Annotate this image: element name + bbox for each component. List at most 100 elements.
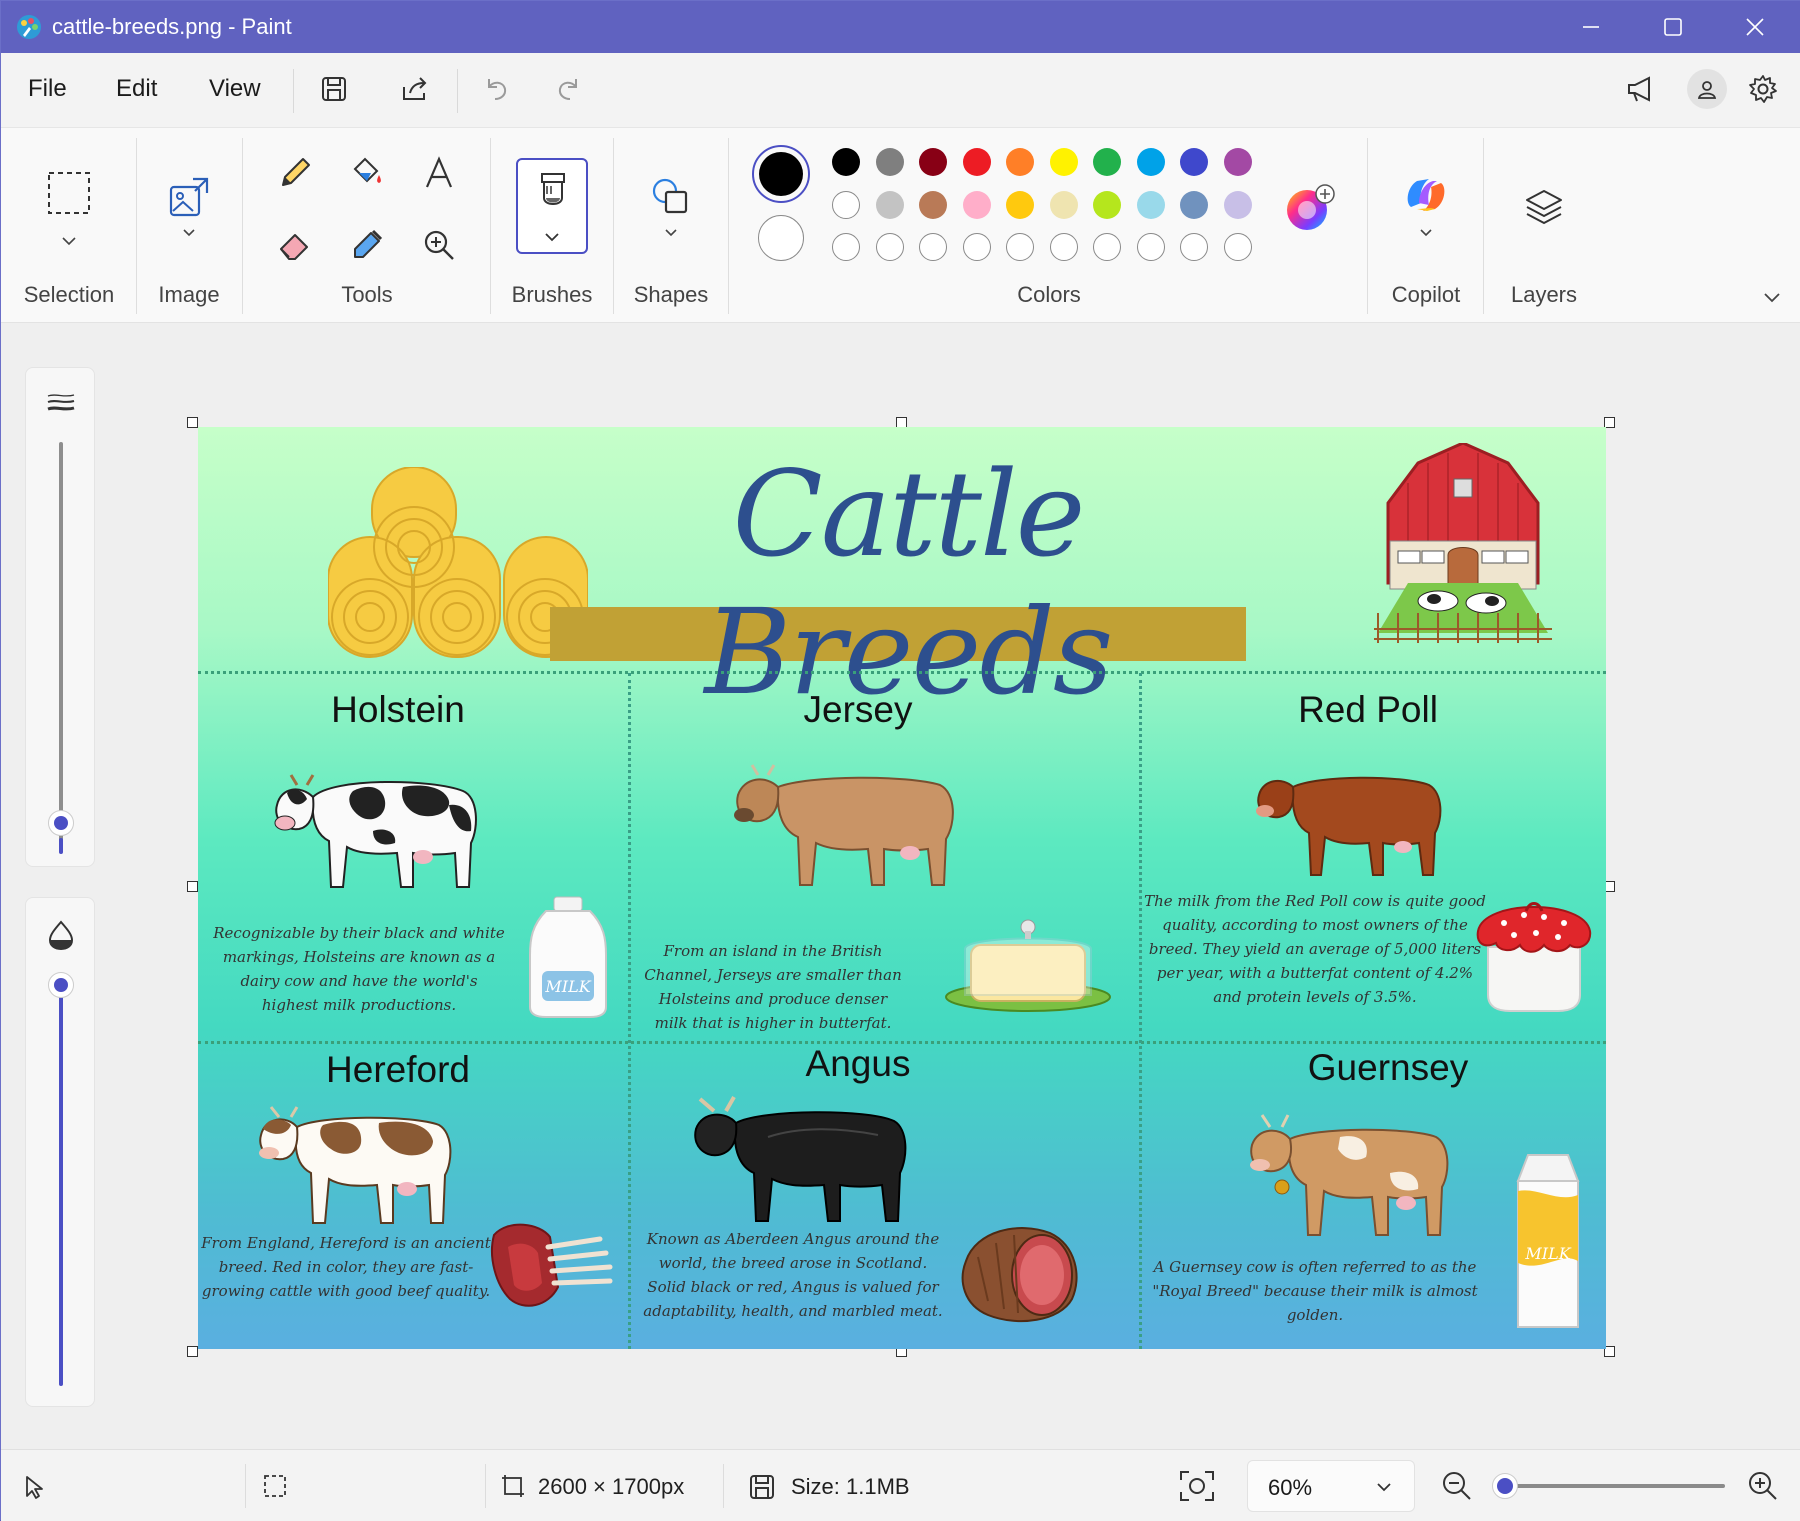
copilot-chevron-icon[interactable] (1419, 228, 1433, 238)
resize-handle-top-left[interactable] (187, 417, 198, 428)
undo-button[interactable] (479, 71, 515, 107)
file-size: Size: 1.1MB (791, 1474, 910, 1499)
copilot-button[interactable] (1401, 170, 1451, 220)
custom-color-slot[interactable] (1093, 233, 1121, 261)
color-swatch[interactable] (1136, 148, 1165, 176)
redo-button[interactable] (550, 71, 586, 107)
eraser-tool[interactable] (270, 220, 320, 270)
account-button[interactable] (1687, 69, 1727, 109)
custom-color-slot[interactable] (1223, 233, 1252, 261)
pencil-icon (282, 158, 310, 186)
color-picker-tool[interactable] (342, 220, 392, 270)
maximize-button[interactable] (1633, 1, 1713, 53)
ribbon-divider (242, 138, 243, 314)
custom-color-slot[interactable] (1049, 233, 1078, 261)
fill-tool[interactable] (342, 148, 392, 198)
yogurt-jar-illustration (1476, 902, 1592, 1012)
zoom-in-button[interactable] (1747, 1470, 1779, 1502)
minimize-icon (1583, 26, 1599, 28)
fit-to-window-button[interactable] (1177, 1468, 1217, 1504)
color-swatch[interactable] (1093, 191, 1121, 219)
zoom-level-dropdown[interactable]: 60% (1247, 1460, 1415, 1512)
shapes-button[interactable] (646, 172, 696, 222)
color-swatch[interactable] (1006, 191, 1034, 219)
color-swatch[interactable] (919, 191, 947, 219)
color-swatch[interactable] (962, 148, 991, 176)
color-swatch[interactable] (875, 148, 904, 176)
custom-color-slot[interactable] (919, 233, 947, 261)
group-label-selection: Selection (23, 282, 115, 307)
selection-tool[interactable] (44, 168, 94, 218)
color-swatch[interactable] (1049, 148, 1078, 176)
angus-cow-illustration (694, 1096, 907, 1222)
magnifier-tool[interactable] (414, 220, 464, 270)
settings-button[interactable] (1745, 71, 1781, 107)
drawing-canvas[interactable]: Cattle Breeds Holstein Recognizable by t… (198, 427, 1606, 1349)
resize-handle-bottom-left[interactable] (187, 1346, 198, 1357)
brush-size-thumb[interactable] (48, 810, 74, 836)
color-swatch[interactable] (832, 191, 860, 219)
text-tool[interactable] (414, 148, 464, 198)
share-icon (403, 77, 427, 100)
ribbon-divider (613, 138, 614, 314)
image-dropdown-chevron-icon[interactable] (182, 228, 196, 238)
color-swatch[interactable] (1093, 148, 1121, 176)
color-swatch[interactable] (919, 148, 947, 176)
text-icon (425, 156, 453, 188)
minimize-button[interactable] (1551, 1, 1631, 53)
layers-button[interactable] (1519, 182, 1569, 232)
breed-title-jersey: Jersey (803, 689, 913, 730)
zoom-out-icon (1443, 1472, 1471, 1500)
brushes-button[interactable] (516, 158, 588, 254)
color-swatch[interactable] (1006, 148, 1034, 176)
color-swatch[interactable] (875, 191, 904, 219)
color-swatch[interactable] (1136, 191, 1165, 219)
menu-edit[interactable]: Edit (116, 75, 157, 103)
edit-colors-button[interactable] (1285, 184, 1335, 230)
group-label-colors: Colors (1017, 282, 1081, 307)
close-button[interactable] (1715, 1, 1795, 53)
custom-color-slot[interactable] (875, 233, 904, 261)
menu-view[interactable]: View (209, 75, 261, 103)
image-tool[interactable] (164, 172, 214, 222)
breed-description-holstein: Recognizable by their black and white ma… (213, 924, 505, 1014)
brush-size-track[interactable] (59, 442, 63, 846)
color-swatch[interactable] (1180, 148, 1208, 176)
zoom-slider-track[interactable] (1493, 1484, 1725, 1488)
file-size-icon (750, 1475, 774, 1499)
feedback-button[interactable] (1623, 71, 1659, 107)
primary-color-button[interactable] (752, 145, 810, 203)
canvas-size-icon (502, 1475, 524, 1497)
color-swatch[interactable] (962, 191, 991, 219)
pencil-tool[interactable] (270, 148, 320, 198)
zoom-slider-thumb[interactable] (1491, 1473, 1518, 1499)
ribbon-expand-chevron-icon[interactable] (1763, 292, 1781, 304)
color-swatch[interactable] (1223, 191, 1252, 219)
color-swatch[interactable] (1223, 148, 1252, 176)
fit-to-window-icon (1180, 1471, 1214, 1501)
share-button[interactable] (397, 71, 433, 107)
shapes-chevron-icon[interactable] (664, 228, 678, 238)
color-swatch[interactable] (832, 148, 860, 176)
custom-color-slot[interactable] (1006, 233, 1034, 261)
menu-divider-2 (457, 69, 458, 113)
eyedropper-icon (354, 229, 383, 258)
color-swatch[interactable] (1180, 191, 1208, 219)
custom-color-slot[interactable] (962, 233, 991, 261)
menu-file[interactable]: File (28, 75, 67, 103)
divider-line (628, 673, 631, 1349)
resize-handle-left[interactable] (187, 881, 198, 892)
color-swatch[interactable] (1049, 191, 1078, 219)
custom-color-slot[interactable] (1136, 233, 1165, 261)
custom-color-slot[interactable] (832, 233, 860, 261)
opacity-track[interactable] (59, 986, 63, 1386)
save-button[interactable] (316, 71, 352, 107)
secondary-color-button[interactable] (758, 215, 804, 261)
eraser-icon (280, 234, 308, 260)
opacity-thumb[interactable] (48, 972, 74, 998)
undo-icon (488, 79, 507, 100)
zoom-out-button[interactable] (1441, 1470, 1473, 1502)
divider-line (1139, 673, 1142, 1349)
custom-color-slot[interactable] (1180, 233, 1208, 261)
selection-dropdown-chevron-icon[interactable] (61, 236, 77, 246)
